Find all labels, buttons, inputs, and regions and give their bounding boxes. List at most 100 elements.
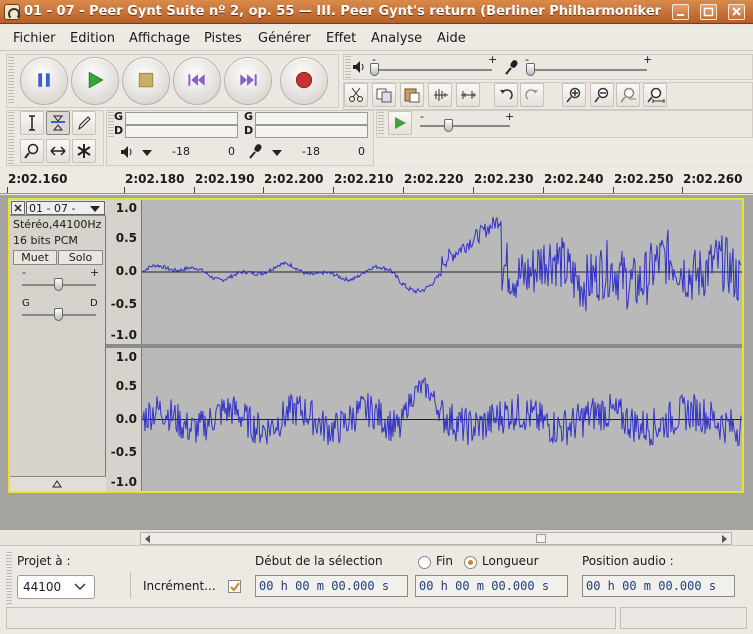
skip-start-button[interactable] xyxy=(173,57,221,105)
close-button[interactable] xyxy=(728,4,745,20)
envelope-tool-button[interactable] xyxy=(46,111,70,135)
toolbar-area: - + - + G D G D -18 0 -18 0 - + xyxy=(0,52,753,167)
waveform-left-channel[interactable] xyxy=(141,200,742,344)
toolbar-grip[interactable] xyxy=(8,57,14,105)
snap-to-checkbox[interactable] xyxy=(228,580,241,593)
zoom-out-button[interactable] xyxy=(590,83,614,107)
vertical-scale-right-channel: 1.0 0.5 0.0 -0.5 -1.0 xyxy=(106,348,142,491)
multi-tool-button[interactable] xyxy=(72,139,96,163)
menu-edition[interactable]: Edition xyxy=(70,31,115,46)
track-panel: 01 - 07 - Stéréo,44100Hz 16 bits PCM Mue… xyxy=(0,195,753,530)
playback-volume-track xyxy=(374,69,492,71)
project-rate-combo[interactable]: 44100 xyxy=(17,575,95,599)
chevron-down-icon[interactable] xyxy=(140,148,154,158)
ruler-label: 2:02.250 xyxy=(614,172,674,186)
length-radio[interactable] xyxy=(464,556,477,569)
chevron-down-icon xyxy=(90,206,100,212)
title-bar: 01 - 07 - Peer Gynt Suite nº 2, op. 55 —… xyxy=(0,0,753,24)
toolbar-grip[interactable] xyxy=(345,56,351,78)
trim-button[interactable] xyxy=(428,83,452,107)
mute-button[interactable]: Muet xyxy=(13,250,57,265)
timeshift-tool-button[interactable] xyxy=(46,139,70,163)
envelope-icon xyxy=(51,115,65,131)
paste-button[interactable] xyxy=(400,83,424,107)
scroll-thumb[interactable] xyxy=(536,534,546,543)
scale-label: -0.5 xyxy=(110,297,137,311)
fit-selection-button[interactable] xyxy=(616,83,640,107)
maximize-button[interactable] xyxy=(700,4,717,20)
horizontal-scrollbar[interactable] xyxy=(140,532,732,545)
solo-button[interactable]: Solo xyxy=(58,250,103,265)
stop-icon xyxy=(138,72,154,88)
play-meter-zero: 0 xyxy=(228,145,235,158)
menu-analyse[interactable]: Analyse xyxy=(371,31,422,46)
selection-start-label: Début de la sélection xyxy=(255,554,383,568)
cut-button[interactable] xyxy=(344,83,368,107)
maximize-icon xyxy=(703,7,714,17)
selection-start-field[interactable]: 00 h 00 m 00.000 s xyxy=(255,575,408,597)
chevron-down-icon[interactable] xyxy=(270,148,284,158)
speaker-icon xyxy=(353,61,364,73)
fit-project-button[interactable] xyxy=(643,83,667,107)
play-at-speed-button[interactable] xyxy=(388,111,412,135)
menu-affichage[interactable]: Affichage xyxy=(129,31,190,46)
zoom-tool-button[interactable] xyxy=(20,139,44,163)
play-at-speed-toolbar xyxy=(376,110,753,138)
toolbar-grip[interactable] xyxy=(8,112,14,164)
selection-length-field[interactable]: 00 h 00 m 00.000 s xyxy=(415,575,568,597)
track-collapse-button[interactable] xyxy=(10,476,106,491)
play-meter-left xyxy=(125,112,238,125)
audio-position-field[interactable]: 00 h 00 m 00.000 s xyxy=(582,575,735,597)
close-icon xyxy=(732,7,741,16)
gain-slider[interactable] xyxy=(54,278,63,291)
menu-pistes[interactable]: Pistes xyxy=(204,31,242,46)
zoom-in-button[interactable] xyxy=(562,83,586,107)
pan-slider[interactable] xyxy=(54,308,63,321)
ruler-label: 2:02.230 xyxy=(474,172,534,186)
toolbar-grip[interactable] xyxy=(378,112,384,136)
skip-end-button[interactable] xyxy=(224,57,272,105)
scale-label: 1.0 xyxy=(115,350,137,364)
menu-fichier[interactable]: Fichier xyxy=(13,31,56,46)
ruler-label: 2:02.160 xyxy=(8,172,68,186)
track-name-menu[interactable]: 01 - 07 - xyxy=(26,201,105,215)
end-radio[interactable] xyxy=(418,556,431,569)
window-title: 01 - 07 - Peer Gynt Suite nº 2, op. 55 —… xyxy=(24,4,662,19)
record-button[interactable] xyxy=(280,57,328,105)
playback-volume-slider[interactable] xyxy=(370,63,379,76)
stop-button[interactable] xyxy=(122,57,170,105)
trim-icon xyxy=(434,89,448,101)
menu-effet[interactable]: Effet xyxy=(326,31,356,46)
snap-to-label: Incrément... xyxy=(143,579,216,593)
skip-end-icon xyxy=(240,74,257,86)
toolbar-grip[interactable] xyxy=(6,552,12,604)
pan-right-label: D xyxy=(90,298,98,309)
scroll-right-icon xyxy=(722,535,727,543)
menu-aide[interactable]: Aide xyxy=(437,31,466,46)
pause-button[interactable] xyxy=(20,57,68,105)
status-bar-rate xyxy=(620,607,747,629)
selection-tool-button[interactable] xyxy=(20,111,44,135)
speed-slider[interactable] xyxy=(444,119,453,132)
record-icon xyxy=(295,71,313,89)
timeshift-arrows-icon xyxy=(50,146,66,156)
record-volume-slider[interactable] xyxy=(526,63,535,76)
mixer-toolbar xyxy=(343,54,753,80)
timeline-ruler[interactable]: 2:02.160 2:02.180 2:02.190 2:02.200 2:02… xyxy=(0,168,753,194)
menu-generer[interactable]: Générer xyxy=(258,31,311,46)
audacity-app-icon[interactable] xyxy=(4,4,20,20)
project-rate-value: 44100 xyxy=(23,580,62,594)
copy-button[interactable] xyxy=(372,83,396,107)
minimize-button[interactable] xyxy=(672,4,689,20)
end-label: Fin xyxy=(436,554,453,568)
play-meter-left-label: G xyxy=(114,110,124,123)
ruler-label: 2:02.260 xyxy=(683,172,743,186)
silence-button[interactable] xyxy=(456,83,480,107)
track-close-button[interactable] xyxy=(11,201,25,215)
waveform-right-channel[interactable] xyxy=(141,348,742,491)
play-button[interactable] xyxy=(71,57,119,105)
undo-button[interactable] xyxy=(494,83,518,107)
draw-tool-button[interactable] xyxy=(72,111,96,135)
redo-button[interactable] xyxy=(520,83,544,107)
redo-icon xyxy=(525,89,538,100)
